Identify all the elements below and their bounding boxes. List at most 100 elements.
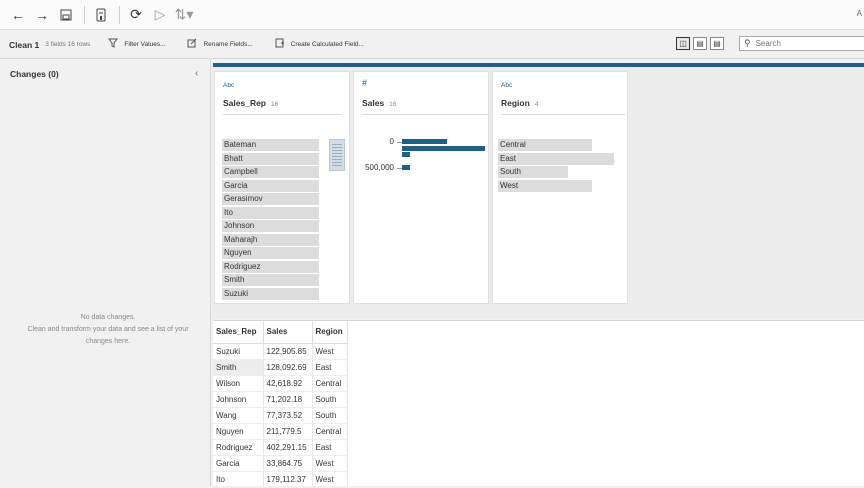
column-header[interactable]: Region	[312, 321, 348, 344]
table-cell[interactable]: 211,779.5	[263, 423, 313, 440]
table-body: Suzuki 122,905.85 West Smith 128,092.69 East W…	[213, 343, 348, 488]
profile-card-sales[interactable]: # Sales 16 0 500,000	[353, 71, 490, 304]
profile-card-sales-rep[interactable]: Abc Sales_Rep 16 Bateman Bhatt Campbell Garc…	[214, 71, 350, 304]
value-bar[interactable]: Rodriguez	[222, 260, 319, 273]
table-cell[interactable]: Johnson	[213, 391, 264, 408]
flow-options-icon[interactable]: ⇅▾	[175, 6, 194, 23]
table-cell[interactable]: Central	[312, 375, 348, 392]
card-divider	[501, 114, 625, 115]
step-meta: 3 fields 16 rows	[45, 41, 91, 48]
table-cell[interactable]: Suzuki	[213, 343, 264, 360]
profile-card-region[interactable]: Abc Region 4 Central East South West	[492, 71, 628, 304]
data-grid-view-icon[interactable]: ▤	[710, 37, 724, 50]
table-cell[interactable]: 77,373.52	[263, 407, 313, 424]
rename-fields-button[interactable]: Rename Fields...	[187, 38, 253, 51]
value-bar[interactable]: Maharajh	[222, 233, 319, 246]
table-cell[interactable]: Ito	[213, 471, 264, 488]
table-row[interactable]: Johnson 71,202.18 South	[213, 391, 348, 408]
value-bar[interactable]: Smith	[222, 274, 319, 286]
table-cell[interactable]: Central	[312, 423, 348, 440]
table-cell[interactable]: Nguyen	[213, 423, 264, 440]
list-view-icon[interactable]: ▤	[693, 37, 707, 50]
value-bar[interactable]: Bhatt	[222, 152, 319, 165]
changes-title: Changes (0)	[10, 69, 59, 79]
table-row[interactable]: Wilson 42,618.92 Central	[213, 375, 348, 392]
value-bar[interactable]: Bateman	[222, 139, 319, 151]
table-cell[interactable]: South	[312, 391, 348, 408]
back-arrow-icon[interactable]: ←	[10, 7, 26, 23]
table-cell[interactable]: West	[312, 471, 348, 488]
table-row[interactable]: Wang 77,373.52 South	[213, 407, 348, 424]
table-cell[interactable]: East	[312, 439, 348, 456]
toolbar-divider	[119, 5, 120, 24]
scroll-grip-line	[332, 156, 342, 157]
value-bar[interactable]: Ito	[222, 206, 319, 219]
search-box[interactable]: ⚲	[739, 36, 864, 51]
top-right-text: A	[856, 9, 862, 18]
value-bar[interactable]: Gerasimov	[222, 193, 319, 205]
histogram-bar[interactable]	[402, 139, 447, 144]
collapse-chevron-icon[interactable]: ‹	[195, 68, 198, 79]
value-bar[interactable]: South	[498, 166, 568, 178]
histogram-bar[interactable]	[402, 145, 485, 151]
value-bar[interactable]: Central	[498, 139, 592, 151]
table-cell[interactable]: 128,092.69	[263, 359, 313, 376]
create-calculated-field-label: Create Calculated Field...	[290, 41, 364, 48]
filter-values-button[interactable]: Filter Values...	[108, 38, 165, 51]
table-cell[interactable]: South	[312, 407, 348, 424]
table-row[interactable]: Garcia 33,864.75 West	[213, 455, 348, 472]
table-row[interactable]: Suzuki 122,905.85 West	[213, 343, 348, 360]
no-changes-title: No data changes.	[80, 314, 136, 321]
table-row[interactable]: Rodriguez 402,291.15 East	[213, 439, 348, 456]
table-cell[interactable]: 42,618.92	[263, 375, 313, 392]
run-flow-icon[interactable]: ▷	[152, 6, 168, 23]
create-calculated-field-button[interactable]: Create Calculated Field...	[275, 38, 364, 51]
table-cell[interactable]: West	[312, 343, 348, 360]
column-header[interactable]: Sales_Rep	[213, 321, 264, 344]
table-cell[interactable]: 122,905.85	[263, 343, 313, 360]
value-bar[interactable]: East	[498, 152, 614, 165]
value-bar[interactable]: West	[498, 179, 592, 192]
table-cell[interactable]: Garcia	[213, 455, 264, 472]
field-name-text: Sales	[362, 98, 385, 108]
scroll-grip-line	[332, 144, 342, 145]
column-header[interactable]: Sales	[263, 321, 313, 344]
toolbar-divider	[84, 5, 85, 24]
table-cell[interactable]: 33,864.75	[263, 455, 313, 472]
table-cell[interactable]: Smith	[213, 359, 264, 376]
value-bar[interactable]: Nguyen	[222, 247, 319, 259]
table-cell[interactable]: Wang	[213, 407, 264, 424]
field-count: 16	[271, 101, 279, 108]
table-cell[interactable]: 71,202.18	[263, 391, 313, 408]
histogram-bar[interactable]	[402, 152, 410, 157]
table-cell[interactable]: Rodriguez	[213, 439, 264, 456]
histogram-bar[interactable]	[402, 165, 410, 170]
save-icon[interactable]	[58, 7, 74, 23]
card-divider	[223, 114, 341, 115]
scroll-grip-line	[332, 150, 342, 151]
table-row[interactable]: Nguyen 211,779.5 Central	[213, 423, 348, 440]
table-cell[interactable]: 402,291.15	[263, 439, 313, 456]
value-bar[interactable]: Suzuki	[222, 287, 319, 300]
number-type-icon: #	[362, 78, 368, 88]
axis-tick-label: 0	[389, 137, 394, 146]
data-source-icon[interactable]	[93, 7, 109, 23]
profile-view-icon[interactable]: ◫	[676, 37, 690, 50]
no-changes-body-2: changes here.	[85, 338, 131, 345]
value-bar[interactable]: Campbell	[222, 166, 319, 178]
value-bar[interactable]: Garcia	[222, 179, 319, 192]
table-cell[interactable]: Wilson	[213, 375, 264, 392]
table-cell[interactable]: East	[312, 359, 348, 376]
search-input[interactable]	[755, 39, 856, 48]
forward-arrow-icon[interactable]: →	[34, 7, 50, 23]
table-row[interactable]: Smith 128,092.69 East	[213, 359, 348, 376]
table-cell[interactable]: 179,112.37	[263, 471, 313, 488]
value-bar[interactable]: Johnson	[222, 220, 319, 232]
table-header-row: Sales_Rep Sales Region	[213, 321, 348, 344]
table-row[interactable]: Ito 179,112.37 West	[213, 471, 348, 488]
refresh-icon[interactable]: ⟳	[128, 6, 144, 23]
calculated-field-icon	[275, 38, 285, 51]
table-cell[interactable]: West	[312, 455, 348, 472]
field-count: 16	[389, 101, 397, 108]
profile-scrollbar[interactable]	[329, 139, 345, 171]
